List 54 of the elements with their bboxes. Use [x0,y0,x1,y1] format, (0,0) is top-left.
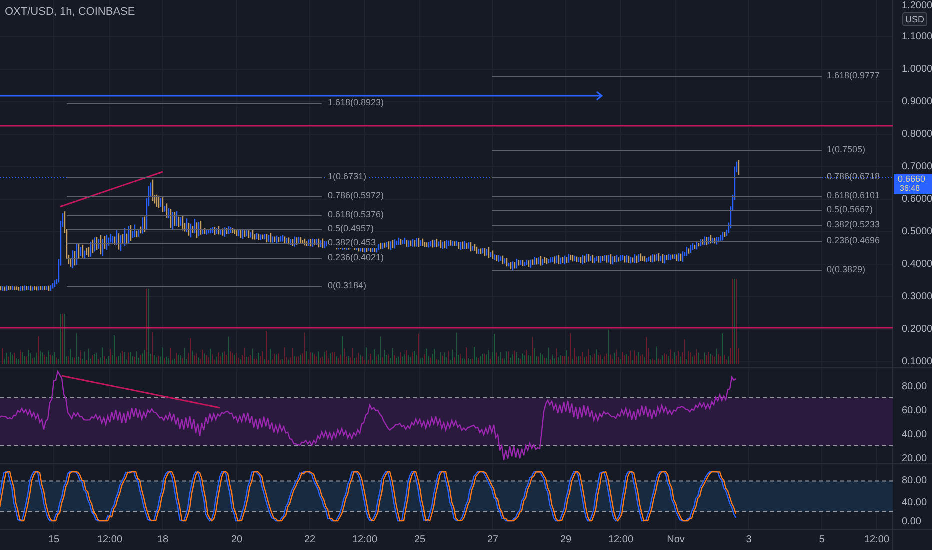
time-axis-label: 18 [157,534,169,546]
stoch-axis-label: 40.00 [902,498,928,509]
time-axis-label: 12:00 [608,534,634,546]
time-axis-label: 3 [746,534,752,546]
price-axis-label: 0.7000 [902,162,932,173]
price-axis-label: 1.0000 [902,64,932,76]
time-axis-label: 15 [48,534,60,546]
time-axis-label: 29 [560,534,572,546]
fib-level-label: 0.236(0.4696 [827,235,880,246]
time-axis-label: 12:00 [352,534,378,546]
fib-level-label: 0(0.3829) [827,264,866,274]
price-axis-label: 0.4000 [902,259,932,270]
price-axis-label: 0.9000 [902,96,932,108]
time-axis-label: 25 [414,534,426,546]
price-axis-label: 0.5000 [902,226,932,238]
price-axis-label: 1.2000 [902,0,932,12]
fib-level-label: 1(0.7505) [827,144,866,154]
fib-level-label: 1.618(0.8923) [328,97,384,108]
time-axis-label: Nov [667,534,685,546]
time-axis-label: 5 [819,534,825,546]
fib-level-label: 0.5(0.5667) [827,204,874,214]
rsi-axis-label: 80.00 [902,382,928,393]
fib-level-label: 0(0.3184) [328,280,367,290]
stoch-axis-label: 80.00 [902,476,928,487]
fib-level-label: 0.5(0.4957) [328,223,374,234]
fib-level-label: 0.786(0.5972) [328,190,384,200]
time-axis-label: 12:00 [97,534,123,546]
price-tag-background [894,174,932,194]
time-axis-label: 22 [304,534,316,546]
price-axis-label: 0.1000 [902,356,932,368]
rsi-axis-label: 60.00 [902,406,928,417]
price-axis-label: 1.1000 [902,32,932,43]
fib-level-label: 0.618(0.6101 [827,190,880,200]
fib-level-label: 0.382(0.5233 [827,219,880,230]
countdown-timer: 36:48 [900,184,920,194]
fib-level-label: 0.382(0.453 [328,237,376,248]
fib-level-label: 0.236(0.4021) [328,252,384,262]
price-axis-label: 0.6000 [902,194,932,206]
price-axis-label: 0.2000 [902,324,932,336]
time-axis-label: 20 [231,534,243,546]
fib-level-label: 1(0.6731) [328,171,367,182]
fib-level-label: 0.786(0.6718 [827,171,880,182]
rsi-axis-label: 20.00 [902,454,928,465]
last-price: 0.6660 [898,174,926,184]
fib-level-label: 0.618(0.5376) [328,209,384,220]
fib-level-label: 1.618(0.9777 [827,70,880,80]
currency-label: USD [902,12,928,26]
price-axis-label: 0.3000 [902,292,932,303]
price-axis-label: 0.8000 [902,129,932,140]
time-axis-label: 27 [487,534,499,546]
time-axis-label: 12:00 [864,534,890,546]
stoch-axis-label: 0.00 [902,516,922,528]
symbol-title: OXT/USD, 1h, COINBASE [5,6,136,18]
rsi-axis-label: 40.00 [902,430,928,441]
